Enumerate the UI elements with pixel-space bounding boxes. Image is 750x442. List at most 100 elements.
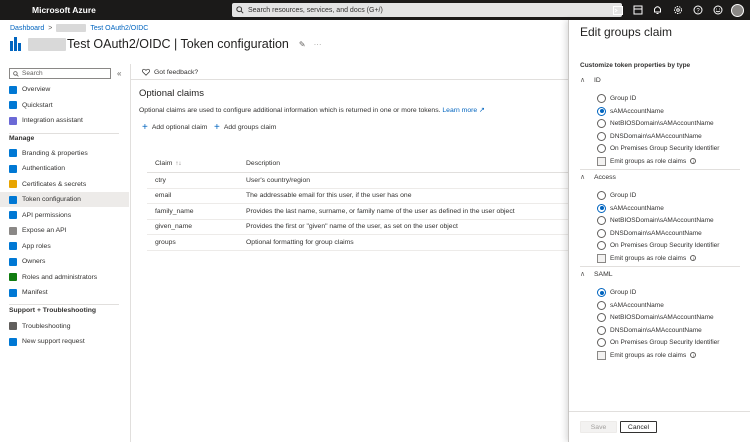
table-row[interactable]: given_name Provides the first or "given" …: [147, 220, 568, 235]
sidebar-item-token-configuration[interactable]: Token configuration: [0, 192, 129, 207]
sidebar-item-roles-and-administrators[interactable]: Roles and administrators: [0, 270, 129, 285]
sidebar-item-new-support-request[interactable]: New support request: [0, 334, 129, 349]
collapse-sidebar-icon[interactable]: «: [117, 69, 121, 78]
settings-icon[interactable]: [671, 4, 684, 17]
sidebar-item-authentication[interactable]: Authentication: [0, 161, 129, 176]
chevron-down-icon: ∧: [580, 271, 586, 278]
radio-button[interactable]: [597, 119, 606, 128]
sidebar-search-input[interactable]: Search: [9, 68, 111, 79]
sidebar-item-label: Manifest: [22, 289, 48, 296]
sidebar-item-integration-assistant[interactable]: Integration assistant: [0, 113, 129, 128]
radio-button[interactable]: [597, 313, 606, 322]
radio-option-samaccountname[interactable]: sAMAccountName: [597, 203, 664, 213]
radio-option-group-id[interactable]: Group ID: [597, 288, 636, 297]
app-roles-icon: [9, 242, 17, 250]
add-groups-claim-button[interactable]: + Add groups claim: [214, 123, 276, 133]
radio-option-on-premises-group-security-identifier[interactable]: On Premises Group Security Identifier: [597, 144, 719, 153]
info-icon[interactable]: i: [690, 255, 697, 261]
sidebar-item-owners[interactable]: Owners: [0, 254, 129, 269]
help-icon[interactable]: ?: [691, 4, 704, 17]
radio-option-samaccountname[interactable]: sAMAccountName: [597, 106, 664, 116]
radio-button[interactable]: [597, 228, 606, 238]
radio-option-on-premises-group-security-identifier[interactable]: On Premises Group Security Identifier: [597, 338, 719, 347]
info-icon[interactable]: i: [690, 158, 697, 164]
sidebar-item-app-roles[interactable]: App roles: [0, 239, 129, 254]
info-icon[interactable]: i: [690, 352, 697, 358]
cloud-shell-icon[interactable]: [611, 4, 624, 17]
radio-option-samaccountname[interactable]: sAMAccountName: [597, 300, 664, 310]
radio-option-netbiosdomain-samaccountname[interactable]: NetBIOSDomain\sAMAccountName: [597, 216, 714, 225]
radio-button[interactable]: [597, 338, 606, 347]
api-permissions-icon: [9, 211, 17, 219]
radio-button[interactable]: [597, 325, 606, 335]
radio-option-dnsdomain-samaccountname[interactable]: DNSDomain\sAMAccountName: [597, 325, 702, 335]
radio-option-netbiosdomain-samaccountname[interactable]: NetBIOSDomain\sAMAccountName: [597, 119, 714, 128]
avatar[interactable]: [731, 3, 744, 17]
radio-button[interactable]: [597, 300, 606, 310]
chevron-down-icon: ∧: [580, 77, 586, 84]
table-row[interactable]: ctry User's country/region: [147, 173, 568, 189]
radio-option-dnsdomain-samaccountname[interactable]: DNSDomain\sAMAccountName: [597, 131, 702, 141]
breadcrumb-current[interactable]: Test OAuth2/OIDC: [90, 25, 148, 32]
sidebar-item-troubleshooting[interactable]: Troubleshooting: [0, 319, 129, 334]
add-optional-claim-button[interactable]: + Add optional claim: [142, 123, 207, 133]
radio-option-dnsdomain-samaccountname[interactable]: DNSDomain\sAMAccountName: [597, 228, 702, 238]
brand-label[interactable]: Microsoft Azure: [0, 5, 232, 15]
sidebar-item-manifest[interactable]: Manifest: [0, 285, 129, 300]
feedback-button[interactable]: Got feedback?: [142, 68, 198, 76]
sidebar-item-api-permissions[interactable]: API permissions: [0, 208, 129, 223]
sidebar-item-overview[interactable]: Overview: [0, 82, 129, 97]
quickstart-icon: [9, 101, 17, 109]
cancel-button[interactable]: Cancel: [620, 421, 657, 433]
roles-and-administrators-icon: [9, 273, 17, 281]
checkbox-label: Emit groups as role claims: [610, 157, 687, 165]
radio-button[interactable]: [597, 216, 606, 225]
radio-button[interactable]: [597, 131, 606, 141]
sidebar-item-label: App roles: [22, 242, 51, 250]
emit-groups-as-role-claims-checkbox[interactable]: Emit groups as role claims i: [597, 253, 697, 263]
pin-icon[interactable]: ✎: [299, 40, 306, 49]
radio-button[interactable]: [597, 191, 606, 200]
sidebar-item-expose-an-api[interactable]: Expose an API: [0, 223, 129, 238]
global-search-input[interactable]: Search resources, services, and docs (G+…: [232, 3, 622, 17]
group-header-saml[interactable]: ∧ SAML: [580, 270, 613, 279]
checkbox[interactable]: [597, 253, 606, 263]
radio-button[interactable]: [597, 106, 606, 116]
radio-button[interactable]: [597, 241, 606, 250]
table-row[interactable]: email The addressable email for this user…: [147, 189, 568, 204]
group-header-id[interactable]: ∧ ID: [580, 76, 601, 85]
radio-option-on-premises-group-security-identifier[interactable]: On Premises Group Security Identifier: [597, 241, 719, 250]
table-row[interactable]: family_name Provides the last name, surna…: [147, 204, 568, 220]
radio-button[interactable]: [597, 288, 606, 297]
overview-icon: [9, 85, 17, 94]
directory-icon[interactable]: [631, 4, 644, 17]
radio-option-group-id[interactable]: Group ID: [597, 191, 636, 200]
group-header-access[interactable]: ∧ Access: [580, 173, 616, 182]
breadcrumb-home[interactable]: Dashboard: [10, 25, 44, 32]
radio-button[interactable]: [597, 144, 606, 153]
sort-icon[interactable]: ↑↓: [175, 161, 181, 167]
save-button[interactable]: Save: [580, 421, 617, 433]
claim-cell: given_name: [155, 223, 193, 231]
column-header-claim[interactable]: Claim ↑↓: [147, 160, 246, 167]
description-cell: The addressable email for this user, if …: [246, 192, 412, 200]
more-options-icon[interactable]: ···: [314, 40, 322, 49]
sidebar-item-certificates-secrets[interactable]: Certificates & secrets: [0, 177, 129, 192]
feedback-icon[interactable]: [711, 4, 724, 17]
checkbox-label: Emit groups as role claims: [610, 351, 687, 359]
radio-button[interactable]: [597, 94, 606, 103]
table-row[interactable]: groups Optional formatting for group clai…: [147, 235, 568, 251]
section-title: Optional claims: [139, 88, 204, 99]
radio-option-netbiosdomain-samaccountname[interactable]: NetBIOSDomain\sAMAccountName: [597, 313, 714, 322]
option-label: Group ID: [610, 289, 637, 296]
sidebar-item-branding-properties[interactable]: Branding & properties: [0, 146, 129, 161]
checkbox[interactable]: [597, 156, 606, 166]
bell-icon[interactable]: [651, 4, 664, 17]
emit-groups-as-role-claims-checkbox[interactable]: Emit groups as role claims i: [597, 350, 697, 360]
emit-groups-as-role-claims-checkbox[interactable]: Emit groups as role claims i: [597, 156, 697, 166]
radio-option-group-id[interactable]: Group ID: [597, 94, 636, 103]
learn-more-link[interactable]: Learn more ↗: [442, 107, 484, 114]
checkbox[interactable]: [597, 350, 606, 360]
sidebar-item-quickstart[interactable]: Quickstart: [0, 98, 129, 113]
radio-button[interactable]: [597, 203, 606, 213]
